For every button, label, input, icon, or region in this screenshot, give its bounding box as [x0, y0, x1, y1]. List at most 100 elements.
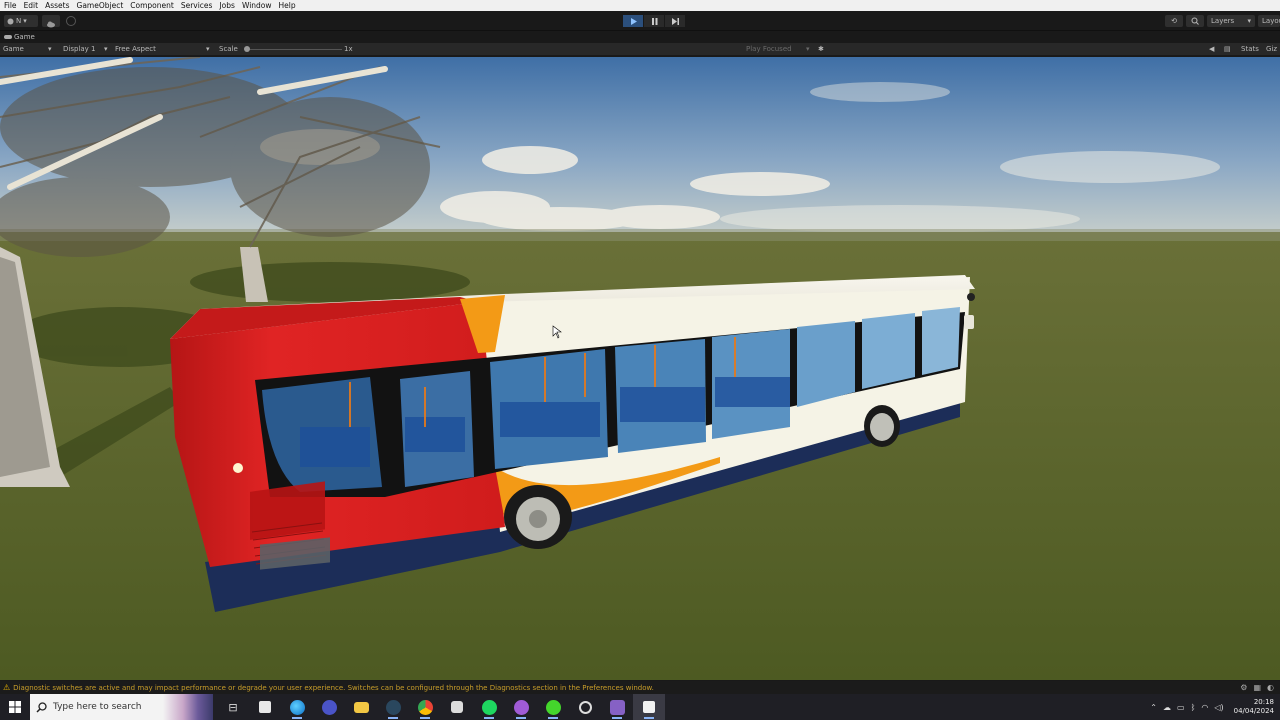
onedrive-icon[interactable]: ☁: [1163, 703, 1171, 712]
pause-button[interactable]: [644, 15, 664, 27]
unity-hub-icon: [451, 701, 463, 713]
history-button[interactable]: ⟲: [1165, 15, 1183, 27]
gizmos-button[interactable]: Giz: [1266, 45, 1277, 53]
bus-wheel-rear: [864, 405, 900, 447]
stats-button[interactable]: Stats: [1241, 45, 1259, 53]
wifi-icon[interactable]: ◠: [1201, 703, 1208, 712]
step-button[interactable]: [665, 15, 685, 27]
display-dropdown[interactable]: Display 1: [63, 45, 95, 53]
play-button[interactable]: [623, 15, 643, 27]
search-button[interactable]: [1186, 15, 1204, 27]
volume-icon[interactable]: ◁): [1214, 703, 1223, 712]
chevron-down-icon: ▾: [206, 45, 210, 53]
tab-bar: Game: [0, 32, 1280, 43]
scale-value: 1x: [344, 45, 353, 53]
chevron-down-icon: ▾: [104, 45, 108, 53]
notification-icon[interactable]: ◐: [1267, 683, 1274, 692]
search-highlight-image: [163, 694, 213, 720]
history-icon: ⟲: [1171, 17, 1177, 25]
bus-headlight: [233, 463, 243, 473]
folder-icon: [353, 701, 369, 713]
search-icon: [36, 701, 47, 713]
steam-icon: [385, 699, 401, 715]
taskbar-app-unity[interactable]: [633, 694, 665, 720]
taskbar-app-explorer[interactable]: [345, 694, 377, 720]
menu-jobs[interactable]: Jobs: [219, 0, 234, 11]
diagnostics-message[interactable]: Diagnostic switches are active and may i…: [13, 684, 654, 692]
search-placeholder: Type here to search: [53, 702, 142, 712]
menu-services[interactable]: Services: [181, 0, 213, 11]
layout-dropdown[interactable]: Layout: [1258, 15, 1280, 27]
taskbar-app-steam[interactable]: [377, 694, 409, 720]
aspect-dropdown[interactable]: Free Aspect: [115, 45, 156, 53]
horizon-haze: [0, 229, 1280, 241]
status-icons: ⚙ ▦ ◐: [1240, 683, 1274, 692]
taskbar-app-unknown[interactable]: [569, 694, 601, 720]
settings-icon[interactable]: ▤: [1224, 45, 1231, 53]
cache-server-icon[interactable]: ⚙: [1240, 683, 1247, 692]
clock-date: 04/04/2024: [1233, 707, 1274, 715]
bug-icon[interactable]: ✱: [818, 45, 824, 53]
clock-time: 20:18: [1253, 698, 1274, 706]
gamepad-icon: [4, 35, 12, 39]
visual-studio-icon: [609, 699, 625, 715]
menu-edit[interactable]: Edit: [24, 0, 39, 11]
razer-icon: [545, 699, 561, 715]
bluetooth-icon[interactable]: ᛒ: [1191, 703, 1196, 712]
cloud-icon: [47, 21, 55, 28]
search-icon: [1191, 17, 1199, 25]
scale-slider-track[interactable]: [246, 49, 342, 50]
task-view-button[interactable]: ⊟: [217, 694, 249, 720]
menu-assets[interactable]: Assets: [45, 0, 69, 11]
taskbar-app-discord[interactable]: [505, 694, 537, 720]
chrome-icon: [417, 699, 433, 715]
toolbar-right: ⟲ Layers ▾ Layout: [1165, 15, 1280, 27]
tab-game-label: Game: [14, 33, 35, 41]
audio-mute-icon[interactable]: ◀: [1209, 45, 1214, 53]
chevron-up-icon[interactable]: ⌃: [1150, 703, 1157, 712]
start-button[interactable]: [0, 694, 30, 720]
menu-window[interactable]: Window: [242, 0, 272, 11]
taskbar-app-copilot[interactable]: [313, 694, 345, 720]
spotify-icon: [481, 699, 497, 715]
system-tray: ⌃ ☁ ▭ ᛒ ◠ ◁) 20:18 04/04/2024: [1150, 694, 1280, 720]
taskbar-clock[interactable]: 20:18 04/04/2024: [1234, 698, 1274, 716]
taskbar-app-unity-hub[interactable]: [441, 694, 473, 720]
layout-label: Layout: [1262, 17, 1280, 25]
taskbar-app-razer[interactable]: [537, 694, 569, 720]
menu-file[interactable]: File: [4, 0, 17, 11]
scale-slider-handle[interactable]: [244, 46, 250, 52]
menu-help[interactable]: Help: [279, 0, 296, 11]
chevron-down-icon: ▾: [806, 45, 810, 53]
play-controls: [623, 15, 685, 27]
account-dropdown[interactable]: N ▾: [4, 15, 38, 27]
progress-icon[interactable]: ▦: [1253, 683, 1261, 692]
collab-icon[interactable]: [66, 16, 76, 26]
layers-dropdown[interactable]: Layers ▾: [1207, 15, 1255, 27]
taskbar-app-edge[interactable]: [281, 694, 313, 720]
taskbar-app-spotify[interactable]: [473, 694, 505, 720]
game-view-toolbar: Game ▾ Display 1 ▾ Free Aspect ▾ Scale 1…: [0, 43, 1280, 56]
play-focused-dropdown[interactable]: Play Focused: [746, 45, 792, 53]
step-icon: [671, 17, 679, 25]
menu-gameobject[interactable]: GameObject: [77, 0, 124, 11]
taskbar-app-store[interactable]: [249, 694, 281, 720]
scale-label: Scale: [219, 45, 238, 53]
taskbar-search[interactable]: Type here to search: [30, 694, 213, 720]
warning-icon: ⚠: [3, 683, 11, 692]
task-view-icon: ⊟: [228, 700, 238, 714]
main-toolbar: N ▾ ⟲ Layers ▾ Layout: [0, 11, 1280, 31]
game-viewport[interactable]: [0, 57, 1280, 680]
windows-logo-icon: [9, 701, 21, 713]
tab-game[interactable]: Game: [4, 33, 35, 41]
menu-component[interactable]: Component: [130, 0, 174, 11]
cloud-button[interactable]: [42, 15, 60, 28]
chevron-down-icon: ▾: [23, 17, 27, 25]
unity-icon: [643, 701, 655, 713]
taskbar-app-visual-studio[interactable]: [601, 694, 633, 720]
menu-bar: File Edit Assets GameObject Component Se…: [0, 0, 1280, 11]
mode-dropdown[interactable]: Game: [3, 45, 24, 53]
taskbar-app-chrome[interactable]: [409, 694, 441, 720]
copilot-icon: [321, 699, 337, 715]
display-icon[interactable]: ▭: [1177, 703, 1185, 712]
